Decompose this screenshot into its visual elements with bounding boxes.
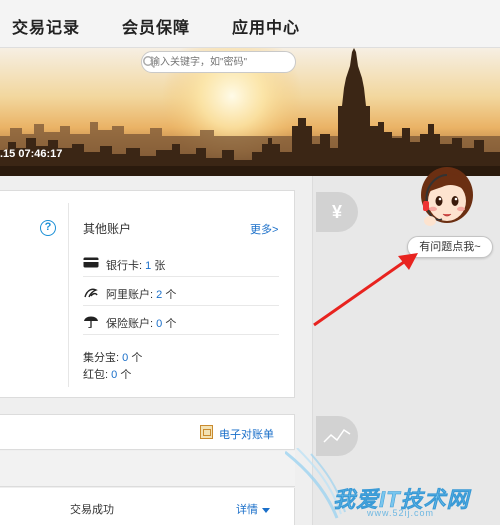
login-timestamp: .15 07:46:17 — [0, 148, 63, 160]
more-link[interactable]: 更多> — [250, 221, 278, 237]
chart-tab[interactable] — [316, 416, 358, 456]
top-nav: 交易记录 会员保障 应用中心 — [0, 0, 500, 48]
assistant-avatar-icon[interactable] — [414, 163, 486, 233]
hongbao-row: 红包: 0 个 — [83, 366, 131, 382]
transaction-detail-link[interactable]: 详情 — [236, 501, 270, 517]
row-divider — [83, 334, 279, 335]
insurance-account-label: 保险账户: — [106, 318, 154, 330]
help-icon[interactable]: ? — [40, 220, 56, 236]
transaction-row[interactable]: 交易成功 详情 — [0, 488, 295, 525]
list-header-strip — [0, 451, 295, 487]
detail-label: 详情 — [236, 504, 258, 516]
nav-member-protection[interactable]: 会员保障 — [122, 14, 190, 38]
other-accounts-title: 其他账户 — [83, 222, 132, 236]
caret-down-icon — [262, 507, 270, 513]
transaction-status: 交易成功 — [70, 504, 114, 516]
ali-account-label: 阿里账户: — [106, 289, 154, 301]
banner: .15 07:46:17 — [0, 48, 500, 176]
bank-card-icon — [83, 257, 99, 268]
search-icon[interactable] — [142, 55, 156, 69]
row-divider — [83, 276, 279, 277]
jifenbao-row: 集分宝: 0 个 — [83, 349, 142, 365]
ali-account-row[interactable]: 阿里账户: 2 个 — [83, 278, 279, 308]
bank-card-label: 银行卡: — [106, 260, 143, 272]
bill-icon — [200, 425, 213, 439]
card-divider — [68, 203, 69, 387]
ali-logo-icon — [84, 288, 98, 298]
e-bill-link[interactable]: 电子对账单 — [200, 425, 274, 442]
line-chart-icon — [323, 428, 351, 443]
jifenbao-value[interactable]: 0 — [122, 352, 128, 364]
insurance-account-unit: 个 — [165, 318, 177, 330]
nav-transaction-records[interactable]: 交易记录 — [12, 14, 80, 38]
bank-card-row[interactable]: 银行卡: 1 张 — [83, 249, 279, 279]
row-divider — [83, 305, 279, 306]
bill-bar: 电子对账单 — [0, 414, 295, 450]
insurance-account-row[interactable]: 保险账户: 0 个 — [83, 307, 279, 337]
insurance-account-count[interactable]: 0 — [156, 318, 162, 330]
yen-icon: ¥ — [331, 202, 342, 222]
search-box[interactable] — [141, 51, 296, 73]
hongbao-label: 红包: — [83, 369, 109, 381]
watermark-url: www.52ij.com — [367, 508, 435, 518]
search-input[interactable] — [142, 52, 272, 73]
jifenbao-label: 集分宝: — [83, 352, 120, 364]
e-bill-label: 电子对账单 — [219, 429, 274, 441]
help-bubble[interactable]: 有问题点我~ — [407, 236, 493, 258]
bank-card-count[interactable]: 1 — [145, 260, 151, 272]
bank-card-unit: 张 — [154, 260, 166, 272]
hongbao-unit: 个 — [120, 369, 132, 381]
ali-account-unit: 个 — [165, 289, 177, 301]
umbrella-icon — [84, 316, 98, 328]
jifenbao-unit: 个 — [131, 352, 143, 364]
nav-app-center[interactable]: 应用中心 — [232, 14, 300, 38]
account-card: ? 其他账户 更多> 银行卡: 1 张 阿里账户: 2 个 保险账户: 0 个 — [0, 190, 295, 398]
yen-tab[interactable]: ¥ — [316, 192, 358, 232]
ali-account-count[interactable]: 2 — [156, 289, 162, 301]
hongbao-value[interactable]: 0 — [111, 369, 117, 381]
